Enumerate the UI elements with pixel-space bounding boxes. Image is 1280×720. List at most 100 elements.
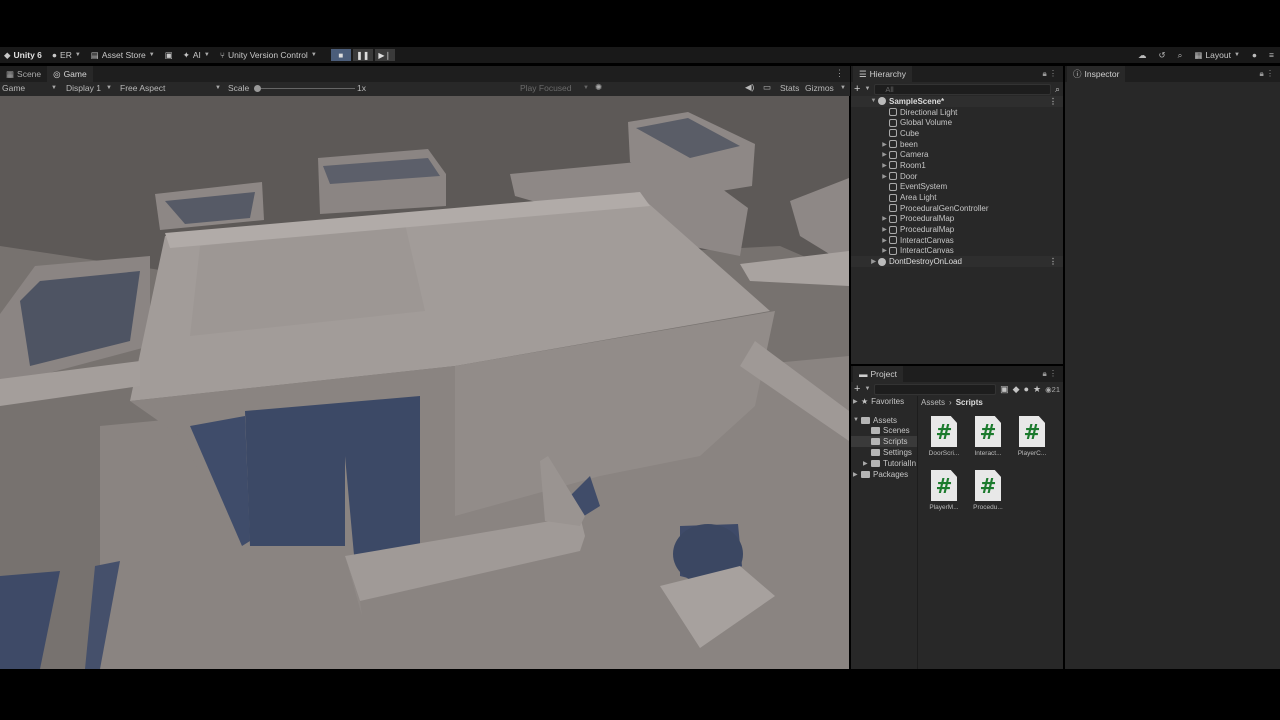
expand-arrow-icon[interactable]: ▶	[880, 237, 889, 244]
star-icon[interactable]: ★	[1033, 384, 1041, 395]
play-button[interactable]: ■	[330, 49, 351, 61]
favorites-item[interactable]: ▶ ★ Favorites	[851, 396, 917, 407]
hierarchy-item-label: InteractCanvas	[900, 235, 954, 245]
expand-arrow-icon[interactable]: ▼	[853, 417, 861, 423]
expand-arrow-icon[interactable]: ▼	[869, 98, 878, 104]
hierarchy-item[interactable]: ▶ Room1	[851, 160, 1063, 171]
hierarchy-item[interactable]: ▶ Camera	[851, 149, 1063, 160]
kebab-menu-icon[interactable]: ⋮	[1049, 97, 1057, 106]
game-mode-dropdown[interactable]: Game	[2, 83, 25, 93]
breadcrumb-assets[interactable]: Assets	[921, 398, 945, 407]
scale-slider[interactable]	[254, 85, 355, 92]
step-button[interactable]: ▶❘	[374, 49, 395, 61]
kebab-menu-icon[interactable]: ⋮	[835, 68, 844, 79]
visibility-count[interactable]: ◉21	[1045, 385, 1060, 394]
script-asset[interactable]: # DoorScri...	[924, 416, 964, 457]
folder-icon	[871, 427, 880, 435]
hierarchy-item[interactable]: ▶ InteractCanvas	[851, 246, 1063, 257]
script-asset[interactable]: # PlayerM...	[924, 470, 964, 511]
scale-slider-thumb[interactable]	[254, 85, 261, 92]
hierarchy-item[interactable]: ProceduralGenController	[851, 203, 1063, 214]
expand-arrow-icon[interactable]: ▶	[869, 258, 878, 265]
assets-folder[interactable]: ▼ Assets	[851, 415, 917, 426]
hierarchy-item-label: Cube	[900, 128, 920, 138]
filter-icon[interactable]: ▣	[1000, 384, 1009, 395]
script-asset[interactable]: # Interact...	[968, 416, 1008, 457]
version-control-button[interactable]: ⑂ Unity Version Control ▼	[220, 50, 317, 60]
tab-project[interactable]: ▬ Project	[853, 366, 903, 382]
expand-arrow-icon[interactable]: ▶	[880, 226, 889, 233]
cloud-icon[interactable]: ☁	[1138, 50, 1147, 61]
expand-arrow-icon[interactable]: ▶	[880, 173, 889, 180]
hierarchy-item[interactable]: ▶ Door	[851, 171, 1063, 182]
packages-folder[interactable]: ▶ Packages	[851, 469, 917, 480]
pause-icon: ❚❚	[356, 50, 370, 60]
chevron-down-icon[interactable]: ▼	[864, 86, 870, 92]
script-asset[interactable]: # PlayerC...	[1012, 416, 1052, 457]
game-viewport[interactable]	[0, 96, 849, 669]
info-icon[interactable]: ●	[1024, 384, 1029, 394]
tab-hierarchy[interactable]: ☰ Hierarchy	[853, 66, 912, 82]
hierarchy-dontdestroy-row[interactable]: ▶ DontDestroyOnLoad ⋮	[851, 256, 1063, 267]
project-folder-item[interactable]: Scripts	[851, 436, 917, 448]
lock-icon[interactable]: 🔒︎ ⋮	[1043, 69, 1057, 79]
hierarchy-item[interactable]: ▶ InteractCanvas	[851, 235, 1063, 246]
expand-arrow-icon[interactable]: ▶	[880, 141, 889, 148]
chevron-down-icon[interactable]: ▼	[864, 386, 870, 392]
bug-icon[interactable]: ✺	[595, 82, 602, 93]
stats-button[interactable]: Stats	[780, 83, 799, 93]
hierarchy-item[interactable]: ▶ ProceduralMap	[851, 214, 1063, 225]
project-folder-item[interactable]: Scenes	[851, 426, 917, 437]
hierarchy-item[interactable]: EventSystem	[851, 182, 1063, 193]
gamepad-icon: ◎	[53, 68, 61, 79]
expand-arrow-icon[interactable]: ▶	[880, 151, 889, 158]
search-filter-icon[interactable]: ⌕	[1055, 84, 1060, 95]
expand-arrow-icon[interactable]: ▶	[880, 247, 889, 254]
lock-icon[interactable]: 🔒︎ ⋮	[1043, 369, 1057, 379]
kebab-menu-icon[interactable]: ⋮	[1049, 257, 1057, 266]
breadcrumb-scripts[interactable]: Scripts	[956, 398, 983, 407]
hierarchy-item[interactable]: Cube	[851, 128, 1063, 139]
tag-icon[interactable]: ◆	[1013, 384, 1020, 395]
aspect-dropdown[interactable]: Free Aspect	[120, 83, 165, 93]
tab-scene[interactable]: ▦ Scene	[0, 66, 47, 82]
search-icon[interactable]: ⌕	[1178, 50, 1183, 61]
project-search-input[interactable]	[874, 383, 997, 395]
script-asset[interactable]: # Procedu...	[968, 470, 1008, 511]
expand-arrow-icon[interactable]: ▶	[880, 215, 889, 222]
hierarchy-item[interactable]: ▶ ProceduralMap	[851, 224, 1063, 235]
speaker-icon[interactable]: ◀)	[745, 82, 754, 93]
keyboard-icon[interactable]: ▭	[763, 82, 771, 93]
asset-store-button[interactable]: ▤ Asset Store ▼	[91, 50, 155, 61]
ai-button[interactable]: ✦ AI ▼	[183, 50, 210, 61]
hierarchy-item[interactable]: Global Volume	[851, 117, 1063, 128]
unity-account-menu[interactable]: ◆ Unity 6	[4, 50, 42, 61]
pause-button[interactable]: ❚❚	[352, 49, 373, 61]
history-icon[interactable]: ↺	[1158, 50, 1165, 61]
hierarchy-item[interactable]: ▶ been	[851, 139, 1063, 150]
layout-dropdown[interactable]: ▦ Layout ▼	[1194, 50, 1240, 61]
lock-icon[interactable]: 🔒︎ ⋮	[1260, 69, 1274, 79]
display-dropdown[interactable]: Display 1	[66, 83, 101, 93]
expand-arrow-icon[interactable]: ▶	[853, 398, 861, 405]
expand-arrow-icon[interactable]: ▶	[853, 471, 861, 478]
play-focused-dropdown[interactable]: Play Focused	[520, 83, 572, 93]
gizmos-button[interactable]: Gizmos	[805, 83, 834, 93]
hierarchy-search-input[interactable]: All	[874, 83, 1051, 95]
add-icon[interactable]: +	[854, 83, 860, 95]
package-manager-button[interactable]: ▣	[165, 50, 173, 61]
tab-inspector[interactable]: ⓘ Inspector	[1067, 66, 1126, 82]
help-icon[interactable]: ●	[1252, 50, 1257, 60]
info-icon: ⓘ	[1073, 69, 1082, 79]
hierarchy-item[interactable]: Directional Light	[851, 107, 1063, 118]
add-icon[interactable]: +	[854, 383, 860, 395]
expand-arrow-icon[interactable]: ▶	[863, 460, 871, 467]
hierarchy-scene-row[interactable]: ▼ SampleScene* ⋮	[851, 96, 1063, 107]
hierarchy-item[interactable]: Area Light	[851, 192, 1063, 203]
menu-icon[interactable]: ≡	[1269, 50, 1274, 60]
project-folder-item[interactable]: ▶ TutorialIn	[851, 458, 917, 469]
account-button[interactable]: ● ER ▼	[52, 50, 81, 60]
expand-arrow-icon[interactable]: ▶	[880, 162, 889, 169]
project-folder-item[interactable]: Settings	[851, 447, 917, 458]
tab-game[interactable]: ◎ Game	[47, 66, 93, 82]
